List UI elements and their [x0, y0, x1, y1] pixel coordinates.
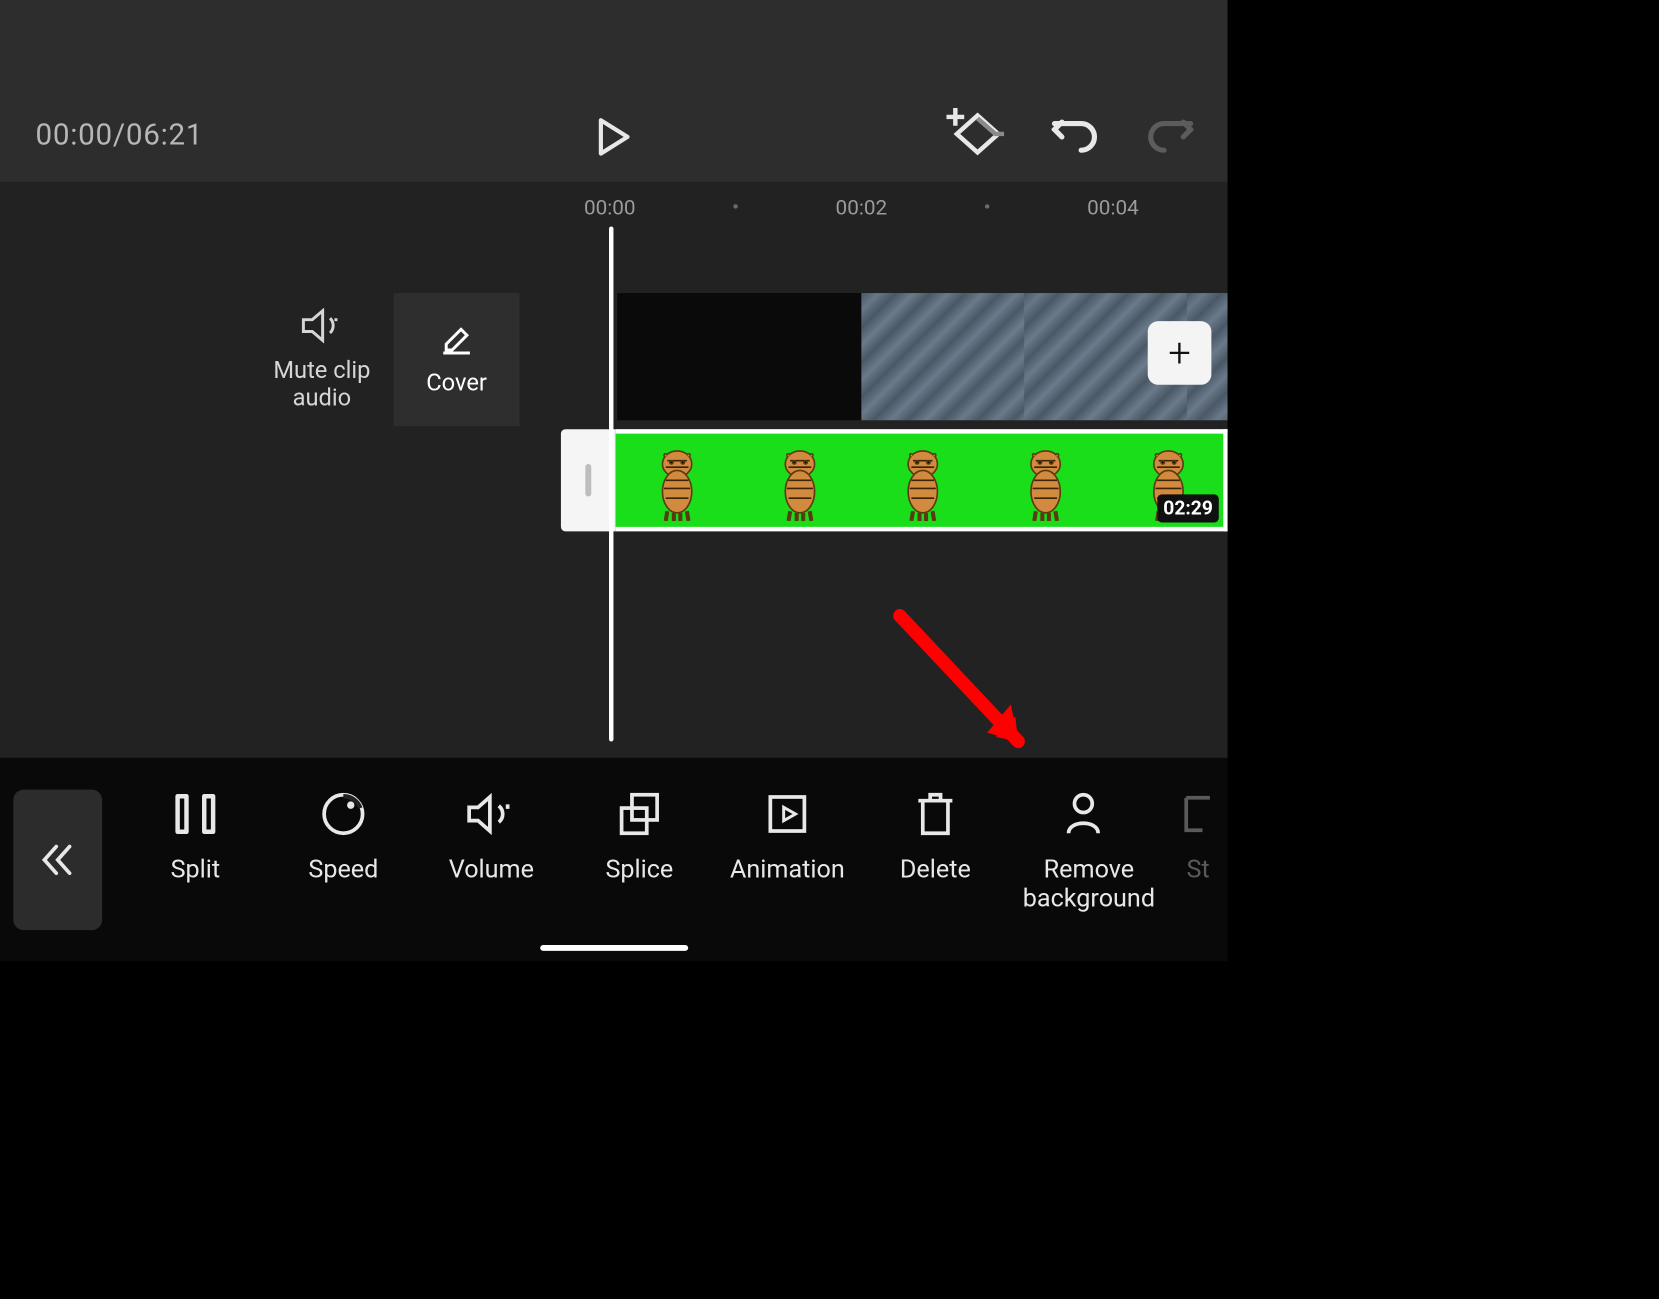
splice-icon	[616, 790, 663, 837]
cover-button[interactable]: Cover	[394, 293, 520, 426]
clip-side-actions: Mute clip audio Cover	[259, 293, 519, 426]
clip-thumbnail	[636, 440, 717, 521]
animation-icon	[764, 791, 810, 837]
ruler-tick: 00:02	[836, 195, 888, 219]
remove-background-icon	[1064, 790, 1114, 837]
tool-label: Volume	[449, 855, 534, 884]
plus-icon: +	[1168, 330, 1191, 377]
ruler-tick: 00:04	[1087, 195, 1139, 219]
undo-icon	[1052, 113, 1099, 154]
split-icon	[172, 792, 219, 836]
annotation-arrow	[885, 608, 1048, 774]
ruler-dot	[985, 204, 989, 208]
tool-delete[interactable]: Delete	[861, 790, 1009, 884]
clip-thumbnail	[1005, 440, 1086, 521]
tool-strip[interactable]: Split Speed	[121, 758, 1227, 962]
video-editor: 00:00/06:21	[0, 0, 1228, 961]
tool-split[interactable]: Split	[121, 790, 269, 884]
overlay-clip-body[interactable]: 02:29	[616, 429, 1228, 531]
clip-thumbnail	[882, 440, 963, 521]
ruler-dot	[733, 204, 737, 208]
tool-label: Speed	[308, 855, 378, 884]
speed-icon	[320, 790, 367, 837]
tool-style[interactable]: St	[1168, 790, 1227, 884]
style-icon	[1180, 792, 1216, 836]
back-button[interactable]	[13, 789, 102, 930]
clip-thumbnail	[759, 440, 840, 521]
play-button[interactable]	[597, 117, 631, 157]
overlay-clip[interactable]: 02:29	[561, 429, 1228, 531]
mute-clip-audio-label: Mute clip audio	[259, 357, 385, 411]
trash-icon	[914, 790, 957, 837]
redo-icon	[1146, 113, 1193, 154]
mute-clip-audio-button[interactable]: Mute clip audio	[259, 293, 385, 426]
undo-button[interactable]	[1052, 113, 1099, 154]
tool-label: Split	[171, 855, 221, 884]
play-icon	[597, 117, 631, 157]
chevron-double-left-icon	[38, 840, 76, 878]
clip-duration: 02:29	[1157, 494, 1218, 522]
tool-volume[interactable]: Volume	[417, 790, 565, 884]
clip-trim-handle-left[interactable]	[561, 429, 616, 531]
pencil-icon	[440, 323, 473, 356]
redo-button[interactable]	[1146, 113, 1193, 154]
playhead[interactable]	[609, 226, 613, 741]
tool-animation[interactable]: Animation	[713, 790, 861, 884]
main-video-track[interactable]	[617, 293, 1228, 420]
volume-icon	[465, 793, 518, 836]
time-position: 00:00/06:21	[36, 117, 204, 152]
tool-splice[interactable]: Splice	[565, 790, 713, 884]
ruler-tick: 00:00	[584, 195, 636, 219]
transport-right	[946, 108, 1198, 160]
tool-label: St	[1186, 855, 1209, 884]
cover-label: Cover	[426, 369, 487, 396]
timeline[interactable]: Mute clip audio Cover +	[0, 226, 1228, 759]
tool-speed[interactable]: Speed	[269, 790, 417, 884]
tool-label: Remove background	[1009, 855, 1168, 913]
transport-bar: 00:00/06:21	[0, 0, 1228, 182]
tool-label: Delete	[900, 855, 971, 884]
keyframe-add-icon	[946, 108, 1004, 160]
tool-label: Animation	[730, 855, 845, 884]
add-media-button[interactable]: +	[1148, 321, 1212, 385]
keyframe-add-button[interactable]	[946, 108, 1004, 160]
empty-segment	[617, 293, 861, 420]
tool-bar: Split Speed	[0, 758, 1228, 962]
home-indicator[interactable]	[540, 945, 688, 951]
tool-label: Splice	[605, 855, 673, 884]
speaker-icon	[300, 308, 343, 344]
timeline-ruler[interactable]: 00:00 00:02 00:04	[0, 182, 1228, 226]
tool-remove-background[interactable]: Remove background	[1009, 790, 1168, 913]
